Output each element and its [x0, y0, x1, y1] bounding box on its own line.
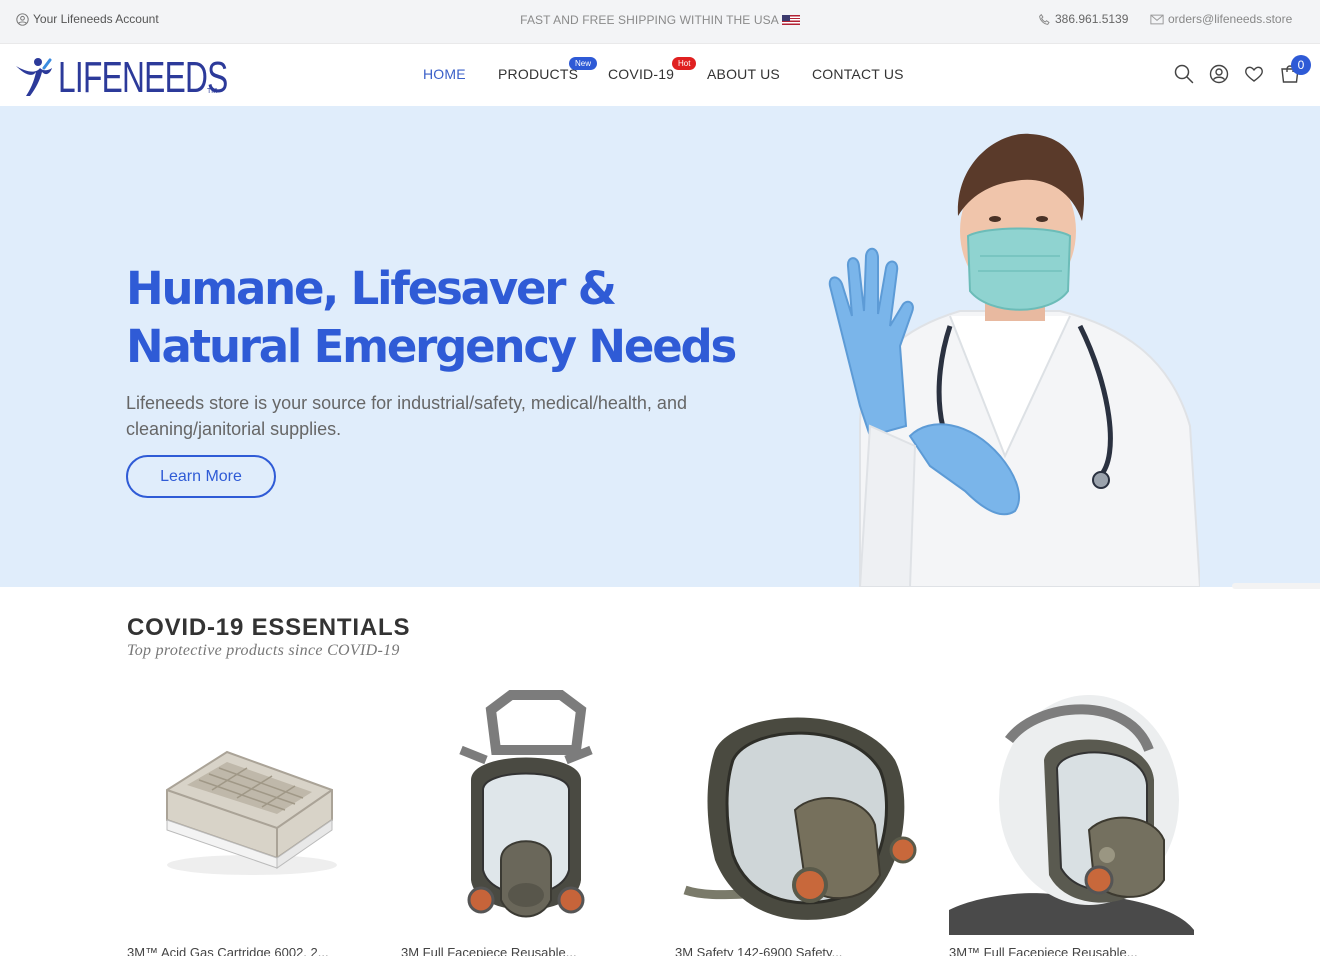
main-nav: LIFENEEDS TM HOME PRODUCTS New COVID-19 … [0, 44, 1320, 106]
product-image-mannequin-mask [949, 695, 1194, 935]
hero-banner: Humane, Lifesaver & Natural Emergency Ne… [0, 106, 1320, 587]
email-address: orders@lifeneeds.store [1168, 12, 1293, 26]
product-card[interactable]: 3M™ Full Facepiece Reusable... [949, 690, 1199, 956]
phone-number: 386.961.5139 [1055, 12, 1129, 26]
email-link[interactable]: orders@lifeneeds.store [1150, 12, 1292, 26]
section-title: COVID-19 ESSENTIALS [127, 614, 411, 641]
learn-more-button[interactable]: Learn More [126, 455, 276, 498]
nav-item-contact-us[interactable]: CONTACT US [812, 66, 904, 82]
phone-icon [1039, 13, 1050, 25]
product-card[interactable]: 3M™ Acid Gas Cartridge 6002, 2... [127, 690, 377, 956]
product-card[interactable]: 3M Safety 142-6900 Safety... [675, 690, 925, 956]
product-card[interactable]: 3M Full Facepiece Reusable... [401, 690, 651, 956]
us-flag-icon [781, 15, 800, 25]
nav-item-covid-19[interactable]: COVID-19 [608, 66, 674, 82]
hero-title: Humane, Lifesaver & Natural Emergency Ne… [126, 260, 766, 376]
trademark: TM [207, 88, 218, 95]
product-name[interactable]: 3M Safety 142-6900 Safety... [675, 945, 925, 956]
cart-count-badge: 0 [1291, 55, 1311, 75]
heart-icon[interactable] [1243, 63, 1265, 85]
account-icon[interactable] [1208, 63, 1230, 85]
search-icon[interactable] [1173, 63, 1195, 85]
recaptcha-tab [1232, 583, 1320, 589]
product-name[interactable]: 3M™ Full Facepiece Reusable... [949, 945, 1199, 956]
logo-text: LIFENEEDS [58, 53, 228, 102]
product-name[interactable]: 3M™ Acid Gas Cartridge 6002, 2... [127, 945, 377, 956]
logo[interactable]: LIFENEEDS TM [14, 53, 294, 102]
product-image-full-facepiece [459, 690, 593, 918]
hero-title-line1: Humane, Lifesaver & [126, 262, 617, 315]
nav-item-home[interactable]: HOME [423, 66, 466, 82]
nav-item-products[interactable]: PRODUCTS [498, 66, 578, 82]
envelope-icon [1150, 14, 1164, 24]
product-name[interactable]: 3M Full Facepiece Reusable... [401, 945, 651, 956]
new-badge: New [569, 57, 598, 70]
hero-title-line2: Natural Emergency Needs [126, 320, 737, 373]
section-subtitle: Top protective products since COVID-19 [127, 642, 400, 659]
logo-mark-icon [16, 58, 52, 96]
phone-link[interactable]: 386.961.5139 [1038, 12, 1128, 26]
top-bar: Your Lifeneeds Account FAST AND FREE SHI… [0, 0, 1320, 44]
nav-item-about-us[interactable]: ABOUT US [707, 66, 780, 82]
doctor-image [828, 133, 1200, 587]
hot-badge: Hot [672, 57, 697, 70]
product-image-safety-mask [683, 717, 917, 920]
product-image-cartridge [166, 750, 337, 875]
hero-description: Lifeneeds store is your source for indus… [126, 393, 687, 439]
shipping-text: FAST AND FREE SHIPPING WITHIN THE USA [520, 13, 779, 27]
